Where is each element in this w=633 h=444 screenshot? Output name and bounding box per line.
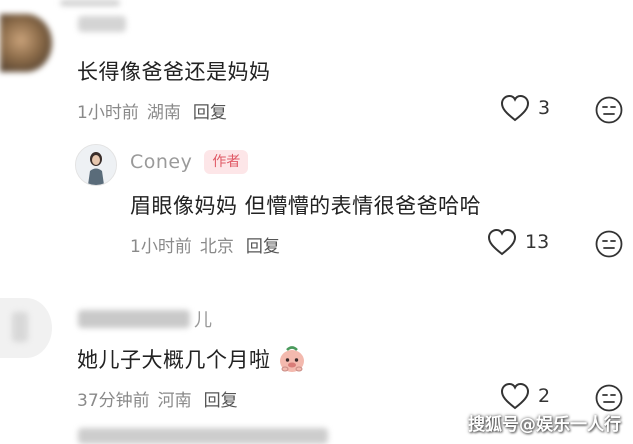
avatar-image-blurred: [12, 312, 28, 342]
username-blurred[interactable]: [78, 16, 126, 32]
like-count: 13: [525, 231, 550, 253]
reply-meta: 1小时前 北京 回复: [130, 232, 280, 257]
author-badge: 作者: [204, 150, 249, 174]
next-comment-blurred: [78, 428, 328, 444]
avatar[interactable]: [0, 298, 52, 358]
avatar[interactable]: [0, 14, 52, 72]
reaction-face-icon[interactable]: [595, 96, 623, 124]
comment-text: 她儿子大概几个月啦: [77, 348, 271, 372]
comment-location: 湖南: [146, 103, 181, 123]
comment-location: 河南: [157, 391, 192, 411]
comment-text-row: 她儿子大概几个月啦: [77, 344, 307, 374]
author-avatar-image: [76, 145, 116, 185]
username-visible-part: 儿: [194, 310, 212, 331]
reaction-face-icon[interactable]: [595, 230, 623, 258]
like-button[interactable]: 2: [500, 382, 550, 410]
like-count: 3: [538, 97, 551, 119]
author-username[interactable]: Coney: [130, 151, 192, 173]
reply-button[interactable]: 回复: [204, 391, 238, 411]
comment-text: 长得像爸爸还是妈妈: [77, 60, 271, 84]
reply-button[interactable]: 回复: [246, 237, 280, 257]
heart-icon: [500, 382, 530, 410]
reply-button[interactable]: 回复: [193, 103, 227, 123]
username-blurred: [78, 310, 190, 328]
heart-icon: [487, 228, 517, 256]
reply-text: 眉眼像妈妈 但懵懵的表情很爸爸哈哈: [130, 194, 482, 218]
author-header: Coney 作者: [130, 150, 249, 174]
emoji-sticker: [279, 346, 304, 372]
heart-icon: [500, 94, 530, 122]
watermark: 搜狐号@娱乐一人行: [468, 415, 621, 435]
username-row[interactable]: 儿: [78, 306, 212, 332]
like-button[interactable]: 13: [487, 228, 549, 256]
comment-time: 1小时前: [77, 103, 139, 123]
like-count: 2: [538, 385, 551, 407]
comment-meta: 1小时前 湖南 回复: [77, 98, 227, 123]
top-blurred-bar: [60, 0, 120, 6]
comment-time: 37分钟前: [77, 391, 150, 411]
comment-meta: 37分钟前 河南 回复: [77, 386, 238, 411]
reply-time: 1小时前: [130, 237, 192, 257]
reaction-face-icon[interactable]: [595, 384, 623, 412]
author-avatar[interactable]: [75, 144, 117, 186]
reply-location: 北京: [199, 237, 234, 257]
like-button[interactable]: 3: [500, 94, 550, 122]
